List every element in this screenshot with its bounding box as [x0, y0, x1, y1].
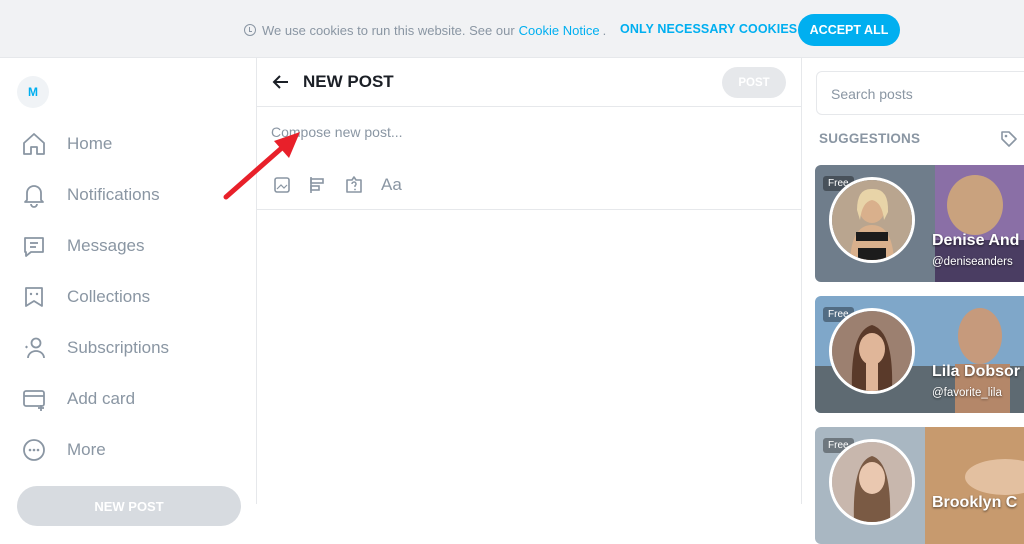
annotation-arrow-icon: [223, 132, 300, 200]
avatar[interactable]: M: [17, 76, 49, 108]
search-placeholder: Search posts: [831, 86, 913, 102]
divider: [257, 209, 801, 210]
card-name: Brooklyn C: [932, 494, 1018, 511]
suggestions-title: SUGGESTIONS: [819, 131, 921, 146]
cookie-banner: We use cookies to run this website. See …: [0, 0, 1024, 58]
post-button[interactable]: POST: [722, 67, 786, 98]
sidebar-item-add-card[interactable]: Add card: [20, 384, 135, 414]
sidebar-item-label: Add card: [67, 389, 136, 408]
sidebar-item-home[interactable]: Home: [20, 129, 112, 159]
bookmark-icon: [20, 283, 48, 311]
sidebar-item-label: Notifications: [67, 185, 160, 204]
card-avatar: [829, 308, 915, 394]
sidebar-new-post-button[interactable]: NEW POST: [17, 486, 241, 526]
suggestion-card[interactable]: Free Lila Dobsor @favorite_lila: [815, 296, 1024, 413]
sidebar-item-collections[interactable]: Collections: [20, 282, 150, 312]
card-icon: [20, 385, 48, 413]
suggestion-card[interactable]: Free Denise And @deniseanders: [815, 165, 1024, 282]
more-icon: [20, 436, 48, 464]
accept-all-button[interactable]: ACCEPT ALL: [798, 14, 900, 46]
card-name: Denise And: [932, 232, 1020, 249]
cookie-message: We use cookies to run this website. See …: [244, 14, 606, 46]
sidebar-item-label: Messages: [67, 236, 145, 255]
sidebar-item-more[interactable]: More: [20, 435, 106, 465]
sidebar-item-notifications[interactable]: Notifications: [20, 180, 160, 210]
message-icon: [20, 232, 48, 260]
sidebar-item-messages[interactable]: Messages: [20, 231, 144, 261]
main-header: NEW POST POST: [257, 58, 801, 107]
page-title: NEW POST: [303, 72, 394, 91]
main-panel: NEW POST POST Compose new post... Aa: [257, 58, 802, 504]
home-icon: [20, 130, 48, 158]
cookie-icon: [244, 24, 256, 36]
poll-icon[interactable]: [307, 174, 329, 196]
sidebar-item-label: More: [67, 440, 106, 459]
card-name: Lila Dobsor: [932, 363, 1021, 380]
subscriptions-icon: [20, 334, 48, 362]
sidebar-item-label: Home: [67, 134, 113, 153]
card-handle: @favorite_lila: [932, 387, 1002, 399]
card-avatar: [829, 177, 915, 263]
sidebar-item-subscriptions[interactable]: Subscriptions: [20, 333, 169, 363]
quiz-icon[interactable]: [343, 174, 365, 196]
bell-icon: [20, 181, 48, 209]
only-necessary-cookies-button[interactable]: ONLY NECESSARY COOKIES: [620, 22, 797, 36]
cookie-text: We use cookies to run this website. See …: [262, 22, 515, 38]
search-input[interactable]: Search posts: [816, 71, 1024, 115]
right-panel: Search posts SUGGESTIONS Free Denise And…: [802, 58, 1024, 544]
back-arrow-icon[interactable]: [271, 72, 291, 92]
text-format-icon[interactable]: Aa: [381, 175, 402, 195]
cookie-trailing: .: [602, 22, 607, 38]
suggestion-card[interactable]: Free Brooklyn C: [815, 427, 1024, 544]
card-handle: @deniseanders: [932, 256, 1013, 268]
sidebar: M Home Notifications Messages Collection…: [0, 58, 257, 526]
tag-icon[interactable]: [1000, 130, 1018, 148]
cookie-notice-link[interactable]: Cookie Notice: [519, 23, 600, 38]
sidebar-item-label: Collections: [67, 287, 151, 306]
sidebar-item-label: Subscriptions: [67, 338, 170, 357]
card-avatar: [829, 439, 915, 525]
